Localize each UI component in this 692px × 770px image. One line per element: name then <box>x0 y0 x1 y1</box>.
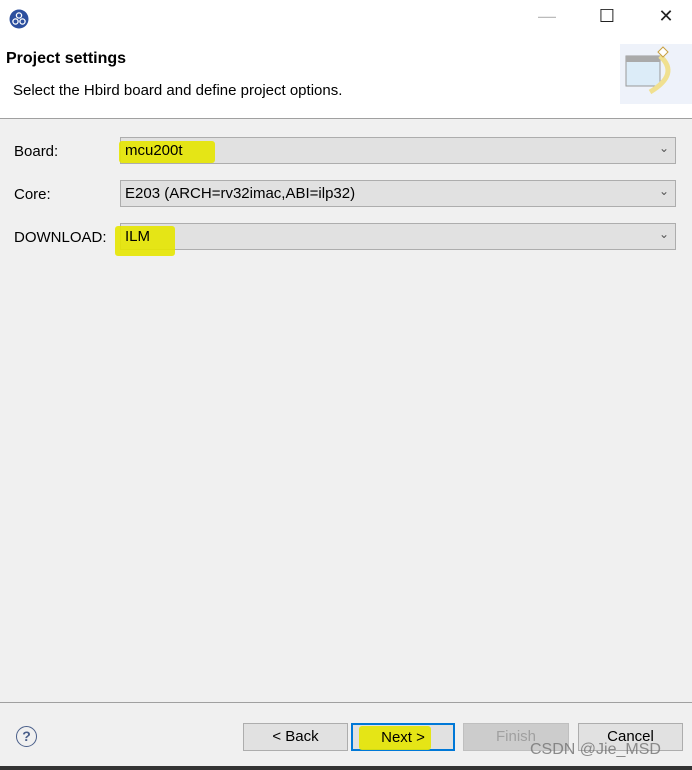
board-label: Board: <box>14 143 59 160</box>
back-button[interactable]: < Back <box>243 723 348 751</box>
minimize-button[interactable]: — <box>527 6 567 27</box>
core-select[interactable]: E203 (ARCH=rv32imac,ABI=ilp32) ⌄ <box>120 180 676 207</box>
chevron-down-icon: ⌄ <box>658 141 669 155</box>
chevron-down-icon: ⌄ <box>658 227 669 241</box>
download-select[interactable]: ILM ⌄ <box>115 223 676 256</box>
help-icon[interactable]: ? <box>16 726 37 747</box>
chevron-down-icon: ⌄ <box>658 184 669 198</box>
board-value: mcu200t <box>125 142 183 159</box>
next-button[interactable]: Next > <box>351 723 455 751</box>
close-button[interactable]: ✕ <box>646 6 686 27</box>
wizard-banner-icon <box>620 44 692 104</box>
footer-divider <box>0 702 692 703</box>
wizard-header: — ☐ ✕ Project settings Select the Hbird … <box>0 0 692 119</box>
download-value: ILM <box>125 228 151 245</box>
page-subtitle: Select the Hbird board and define projec… <box>13 82 343 99</box>
core-value: E203 (ARCH=rv32imac,ABI=ilp32) <box>125 185 356 202</box>
app-logo-icon <box>9 9 29 29</box>
board-select[interactable]: mcu200t ⌄ <box>119 137 676 164</box>
core-label: Core: <box>14 186 51 203</box>
maximize-button[interactable]: ☐ <box>587 6 627 27</box>
next-label: Next > <box>381 729 425 746</box>
download-label: DOWNLOAD: <box>14 229 107 246</box>
taskbar-edge <box>0 766 692 770</box>
watermark: CSDN @Jie_MSD <box>530 741 661 758</box>
page-title: Project settings <box>6 50 127 67</box>
